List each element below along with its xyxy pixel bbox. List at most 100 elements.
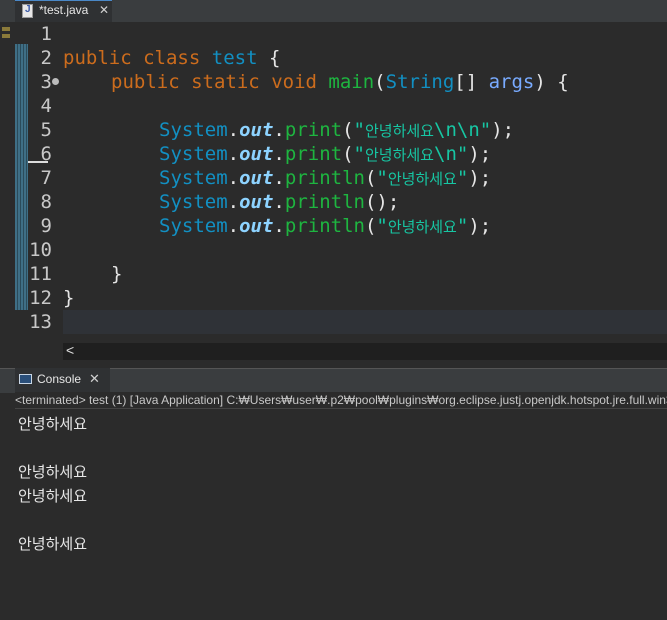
keyword: public: [63, 47, 132, 69]
line-number: 12: [29, 287, 52, 309]
console-tab-label: Console: [37, 372, 82, 386]
marker-icon: [2, 27, 10, 31]
string-quote: ": [376, 215, 388, 237]
console-output[interactable]: 안녕하세요 안녕하세요 안녕하세요 안녕하세요: [15, 408, 667, 620]
line-number: 1: [40, 23, 52, 45]
brace: }: [111, 263, 123, 285]
tab-test-java[interactable]: *test.java ✕: [15, 0, 112, 22]
string-literal: 안녕하세요: [364, 146, 434, 164]
method-name: main: [328, 71, 375, 93]
close-icon[interactable]: ✕: [99, 3, 109, 17]
paren: ) {: [534, 71, 569, 93]
divider: [0, 360, 667, 368]
class-ref: System: [159, 191, 228, 213]
string-quote: ": [456, 143, 469, 165]
keyword: static: [191, 71, 260, 93]
keyword: public: [111, 71, 180, 93]
dot: .: [227, 119, 240, 141]
output-line: 안녕하세요: [18, 463, 88, 481]
type-name: String: [385, 71, 455, 93]
close-icon[interactable]: ✕: [89, 371, 100, 387]
tab-console[interactable]: Console ✕: [15, 368, 110, 392]
field: out: [239, 167, 274, 189]
paren: ();: [364, 191, 400, 213]
field: out: [239, 191, 274, 213]
string-literal: 안녕하세요: [387, 170, 457, 188]
line-number: 8: [40, 191, 52, 213]
method-call: println: [284, 215, 365, 237]
console-status: <terminated> test (1) [Java Application]…: [15, 392, 667, 408]
code-line: System.out.println("안녕하세요");: [159, 214, 491, 238]
code-line: System.out.print("안녕하세요\n\n");: [159, 118, 514, 142]
tab-label: *test.java: [39, 3, 89, 17]
keyword: class: [143, 47, 201, 69]
class-ref: System: [159, 143, 228, 165]
cursor-marker: [28, 161, 48, 163]
string-literal: 안녕하세요: [364, 122, 434, 140]
paren: );: [468, 143, 492, 165]
output-line: 안녕하세요: [18, 487, 88, 505]
string-quote: ": [456, 215, 469, 237]
class-name: test: [211, 47, 258, 69]
code-editor[interactable]: public class test { public static void m…: [63, 22, 667, 342]
field: out: [239, 143, 274, 165]
escape-sequence: \n: [434, 143, 457, 165]
line-number: 4: [40, 95, 52, 117]
code-line: }: [63, 286, 74, 310]
field: out: [239, 215, 274, 237]
brace: {: [268, 47, 281, 69]
code-line: System.out.println("안녕하세요");: [159, 166, 491, 190]
class-ref: System: [159, 167, 228, 189]
scroll-left-icon[interactable]: <: [66, 342, 74, 358]
line-number: 5: [40, 119, 52, 141]
paren: (: [342, 143, 354, 165]
dot: .: [227, 167, 240, 189]
paren: (: [342, 119, 354, 141]
output-line: 안녕하세요: [18, 535, 88, 553]
code-line: public class test {: [63, 46, 280, 70]
output-line: 안녕하세요: [18, 415, 88, 433]
string-quote: ": [353, 143, 365, 165]
string-quote: ": [376, 167, 388, 189]
line-number: 13: [29, 311, 52, 333]
string-quote: ": [456, 167, 469, 189]
method-call: println: [284, 191, 365, 213]
java-file-icon: [22, 4, 33, 18]
class-ref: System: [159, 215, 228, 237]
line-number: 11: [29, 263, 52, 285]
string-quote: ": [353, 119, 365, 141]
horizontal-scrollbar[interactable]: <: [63, 342, 667, 360]
line-number: 7: [40, 167, 52, 189]
fold-collapse-icon[interactable]: [52, 78, 59, 85]
paren: );: [468, 167, 492, 189]
line-number: 2: [40, 47, 52, 69]
change-ruler: [15, 44, 28, 310]
code-line: System.out.println();: [159, 190, 399, 214]
paren: (: [374, 71, 386, 93]
dot: .: [227, 191, 240, 213]
brace: }: [63, 287, 75, 309]
dot: .: [273, 191, 285, 213]
left-marker-strip: [0, 22, 14, 362]
line-number: 10: [29, 239, 52, 261]
method-call: println: [284, 167, 365, 189]
dot: .: [273, 167, 285, 189]
array-brackets: []: [454, 71, 489, 93]
line-number: 3: [40, 71, 52, 93]
paren: (: [364, 167, 377, 189]
line-number: 9: [40, 215, 52, 237]
marker-icon: [2, 34, 10, 38]
paren: );: [491, 119, 515, 141]
dot: .: [273, 119, 285, 141]
code-line: public static void main(String[] args) {: [111, 70, 569, 94]
dot: .: [273, 215, 285, 237]
paren: );: [468, 215, 492, 237]
code-line: System.out.print("안녕하세요\n");: [159, 142, 491, 166]
code-line: }: [111, 262, 122, 286]
class-ref: System: [159, 119, 228, 141]
dot: .: [227, 143, 240, 165]
field: out: [239, 119, 274, 141]
method-call: print: [284, 119, 343, 141]
dot: .: [273, 143, 285, 165]
parameter: args: [488, 71, 535, 93]
